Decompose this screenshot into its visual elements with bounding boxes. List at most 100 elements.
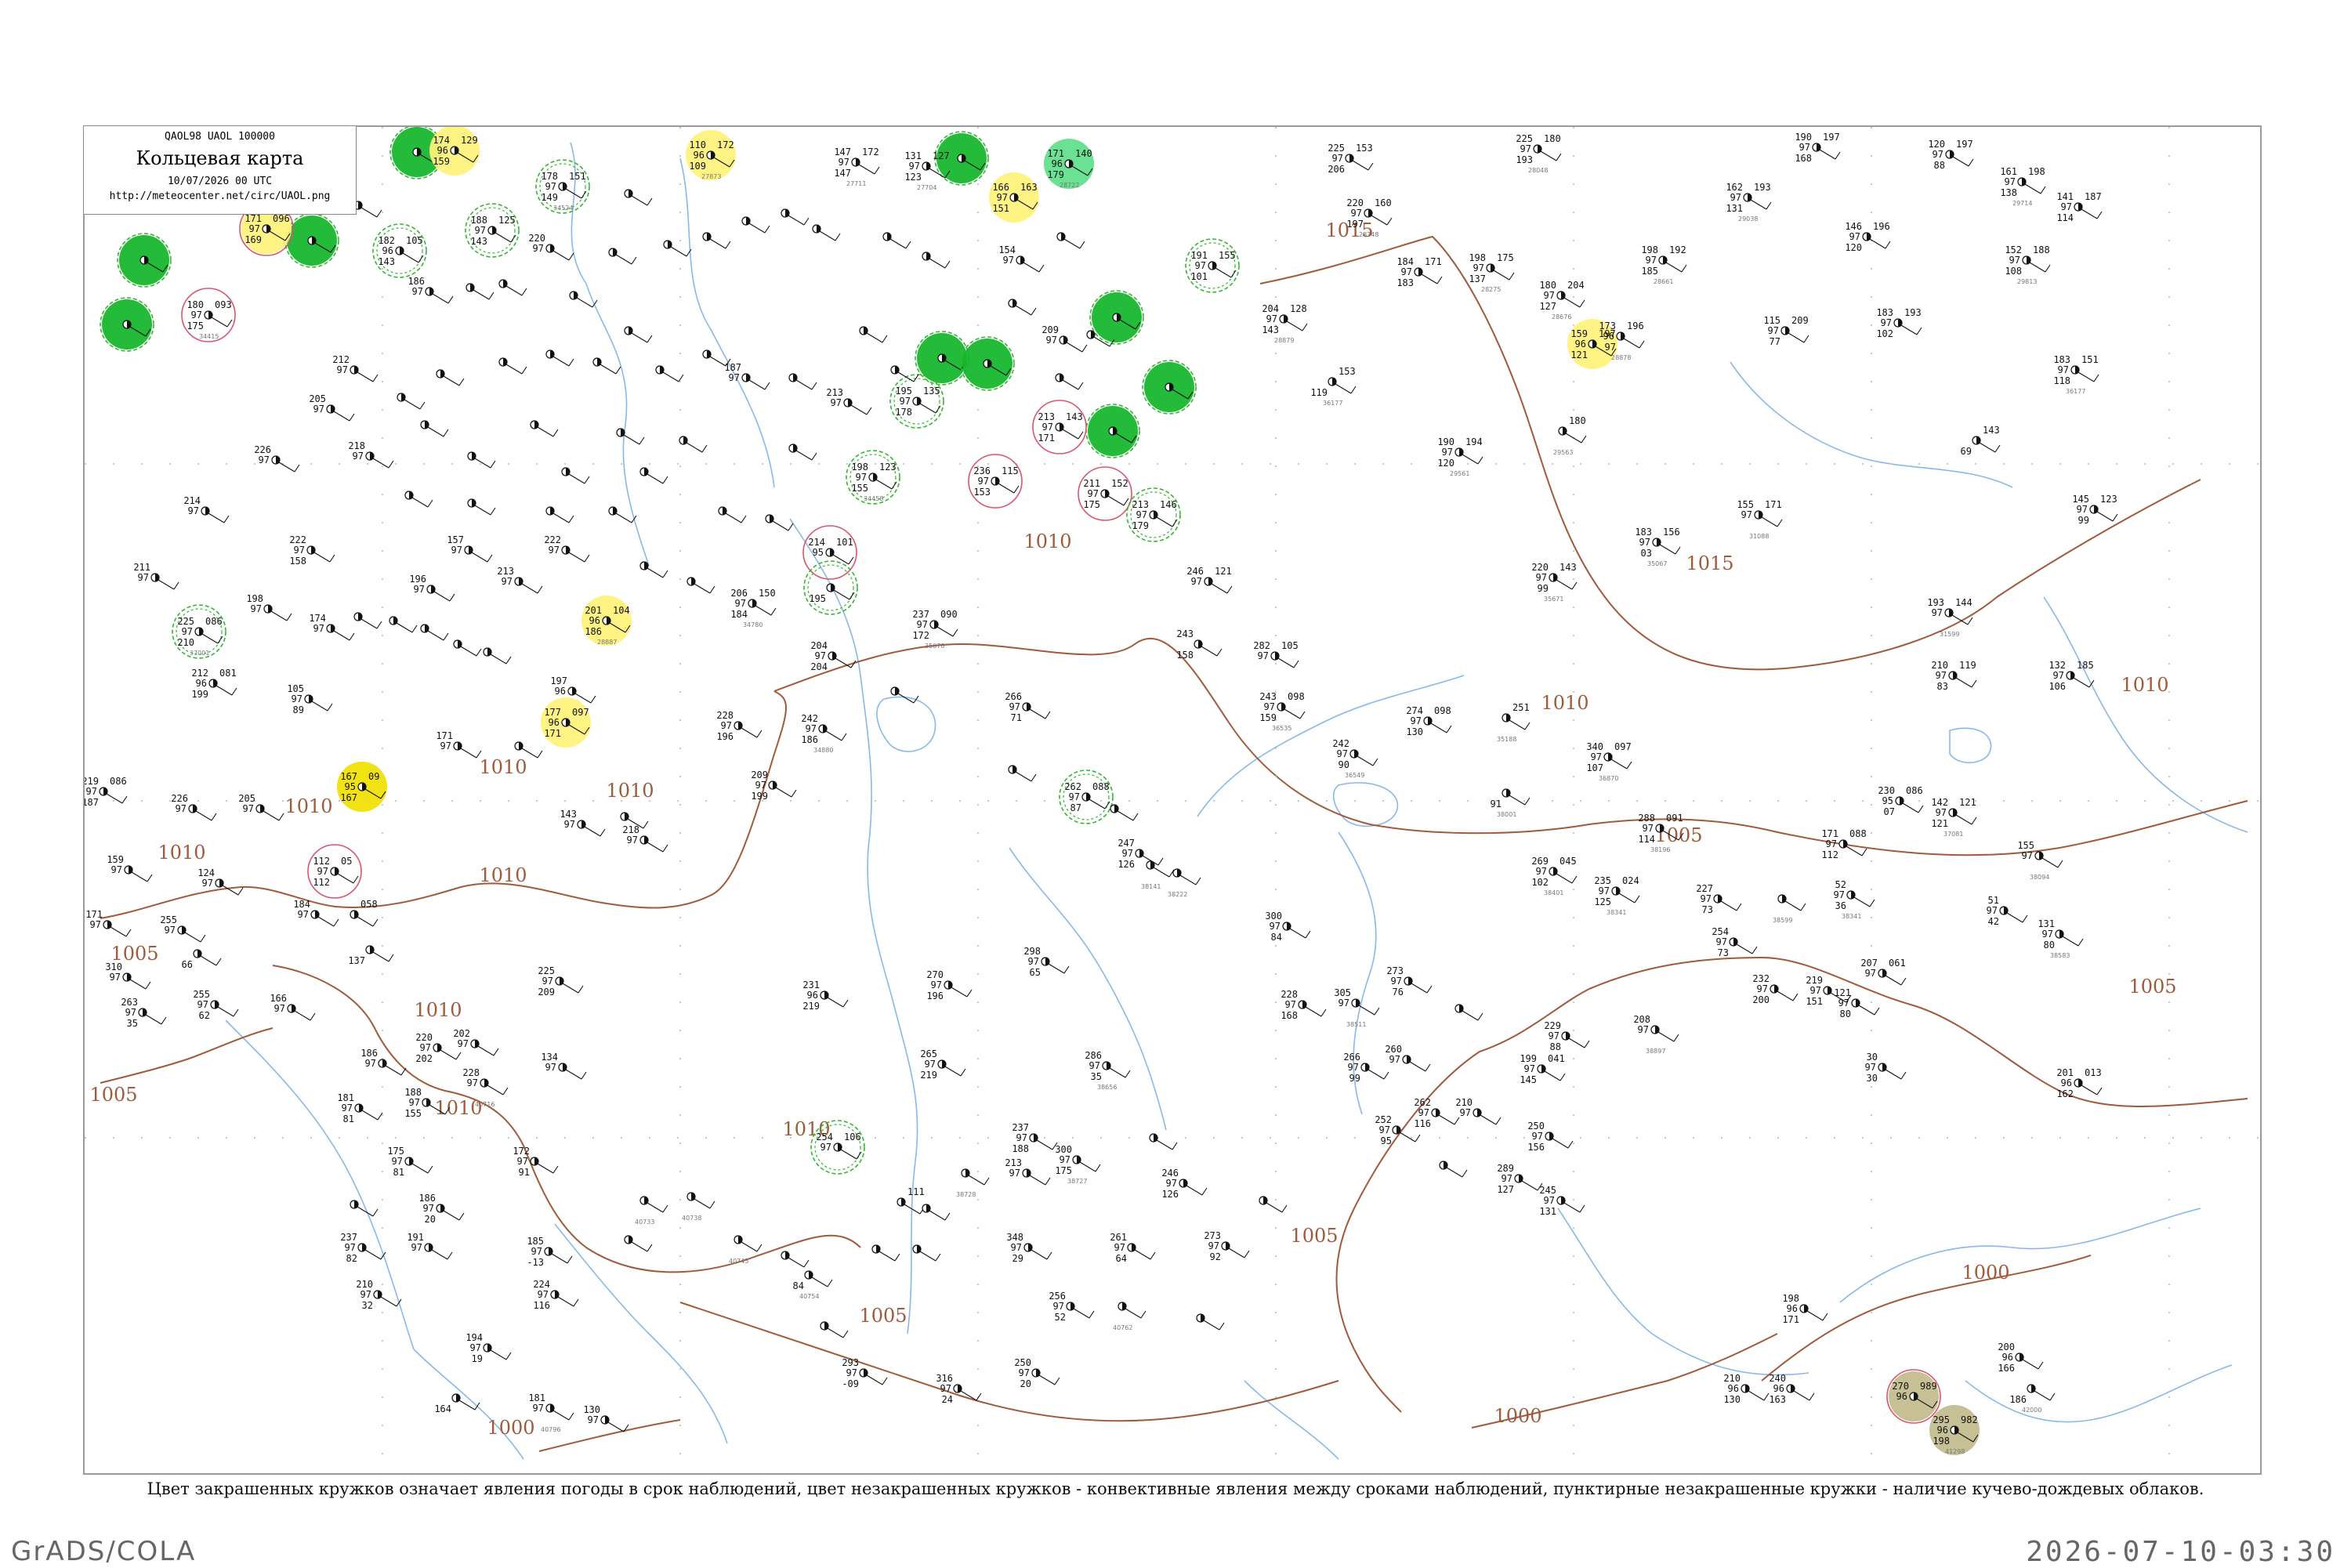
wind-barb-shaft	[440, 1049, 457, 1060]
station-top: 273	[1204, 1230, 1221, 1241]
station-plot: 21397	[497, 566, 543, 594]
station-left: 96	[549, 717, 560, 728]
station-plot: 18397 193 102	[1876, 307, 1922, 339]
station-right: 098	[1434, 705, 1451, 716]
wind-barb-feather	[1567, 1140, 1574, 1149]
station-top: 143	[560, 809, 577, 820]
station-left: 97	[353, 451, 364, 462]
wind-barb-shaft	[1066, 342, 1083, 353]
station-plot	[686, 577, 715, 594]
station-top: 157	[447, 534, 464, 545]
wind-barb-feather	[1803, 335, 1809, 343]
wind-barb-shaft	[1286, 320, 1303, 331]
wind-barb-feather	[581, 1071, 587, 1080]
station-bottom: 143	[470, 236, 487, 247]
station-top: 266	[1343, 1052, 1360, 1063]
station-id: 40745	[729, 1258, 748, 1265]
station-left: 97	[1826, 838, 1837, 849]
river-line	[891, 996, 918, 1334]
station-plot: 15797	[447, 534, 493, 563]
station-left: 97	[997, 192, 1008, 203]
station-bottom: 219	[920, 1070, 937, 1081]
station-top: 207	[1860, 958, 1878, 969]
wind-barb-shaft	[562, 983, 579, 994]
wind-barb-feather	[966, 989, 973, 998]
station-top: 197	[550, 675, 567, 686]
wind-barb-shaft	[217, 1006, 234, 1017]
wind-barb-shaft	[725, 512, 742, 523]
station-left: 96	[2002, 1352, 2013, 1363]
station-bottom: 102	[1531, 877, 1549, 888]
station-plot: 19897	[246, 593, 292, 621]
wind-barb-feather	[811, 382, 817, 390]
station-bottom: 29	[1012, 1253, 1023, 1264]
station-plot: 2509720	[1014, 1357, 1060, 1389]
isobar-label: 1010	[284, 795, 332, 817]
station-left: 97	[1757, 983, 1768, 994]
isobars-layer	[100, 235, 2248, 1452]
wind-barb-shaft	[411, 1163, 429, 1174]
station-top: 254	[1712, 926, 1729, 937]
wind-barb-feather	[2096, 1087, 2103, 1095]
station-left: 97	[1136, 509, 1147, 520]
wind-barb-feather	[200, 934, 206, 943]
station-plot: 18097 204 12728676	[1539, 280, 1585, 320]
station-top: 209	[751, 770, 768, 780]
wind-barb-shaft	[1748, 1390, 1765, 1401]
wind-barb-shaft	[1979, 442, 1996, 453]
station-plot: 23597 024 125 38341	[1594, 875, 1640, 916]
station-top: 161	[2000, 166, 2017, 177]
wind-barb-feather	[1031, 773, 1037, 782]
station-left: 97	[1502, 1173, 1512, 1184]
station-left: 97	[533, 243, 544, 254]
station-plot	[100, 297, 154, 352]
map-frame: 1015 1015 1010 1010 1010 1010 1010 1010 1010 1010…	[83, 125, 2262, 1475]
wind-barb-shaft	[427, 426, 444, 437]
station-plot: 18597-13	[527, 1236, 573, 1268]
station-left: 96	[1603, 331, 1614, 342]
station-plot: 3489729	[1006, 1232, 1052, 1264]
wind-barb-feather	[1230, 270, 1237, 278]
station-left: 97	[1046, 335, 1057, 346]
station-top: 198	[851, 462, 868, 473]
station-bottom: 97	[1605, 342, 1616, 353]
wind-barb-feather	[1675, 546, 1681, 555]
station-bottom: 164	[434, 1403, 451, 1414]
station-top: 237	[912, 609, 929, 620]
station-plot: 13097	[583, 1404, 629, 1432]
station-bottom: 116	[1414, 1118, 1431, 1129]
station-left: 97	[125, 1007, 136, 1018]
wind-barb-feather	[984, 1177, 990, 1186]
river-line	[2043, 596, 2248, 833]
station-bottom: 151	[1806, 996, 1823, 1007]
wind-barb-shaft	[1777, 990, 1794, 1001]
station-left: 97	[294, 545, 305, 556]
wind-barb-feather	[1634, 895, 1640, 904]
wind-barb-feather	[1763, 1392, 1770, 1401]
station-bottom: 120	[1437, 458, 1454, 469]
station-plot: 21297	[332, 354, 379, 382]
legend-url[interactable]: http://meteocenter.net/circ/UAOL.png	[84, 190, 356, 202]
station-right: 209	[1791, 315, 1809, 326]
station-right: 097	[572, 707, 589, 718]
station-bottom: 151	[992, 203, 1009, 214]
station-left: 97	[1285, 999, 1296, 1010]
station-left: 97	[1389, 1054, 1400, 1065]
station-plot: 2279773	[1696, 883, 1742, 915]
station-plot: 40762	[1113, 1302, 1147, 1331]
station-plot	[820, 1321, 849, 1338]
wind-barb-feather	[376, 621, 382, 629]
station-plot: 23297200	[1752, 973, 1799, 1005]
station-plot	[655, 365, 684, 382]
station-left: 97	[365, 1058, 376, 1069]
station-left: 96	[1773, 1383, 1784, 1394]
wind-barb-feather	[455, 1052, 462, 1060]
wind-barb-shaft	[607, 1421, 625, 1432]
station-plot: 29596 982 19841298	[1929, 1405, 1980, 1455]
station-plot: 22697	[171, 793, 217, 821]
station-top: 166	[992, 182, 1009, 193]
station-top: 51	[1988, 895, 1999, 906]
station-plot	[1056, 232, 1085, 249]
station-left: 97	[313, 404, 324, 415]
station-plot: 18697	[360, 1048, 407, 1076]
